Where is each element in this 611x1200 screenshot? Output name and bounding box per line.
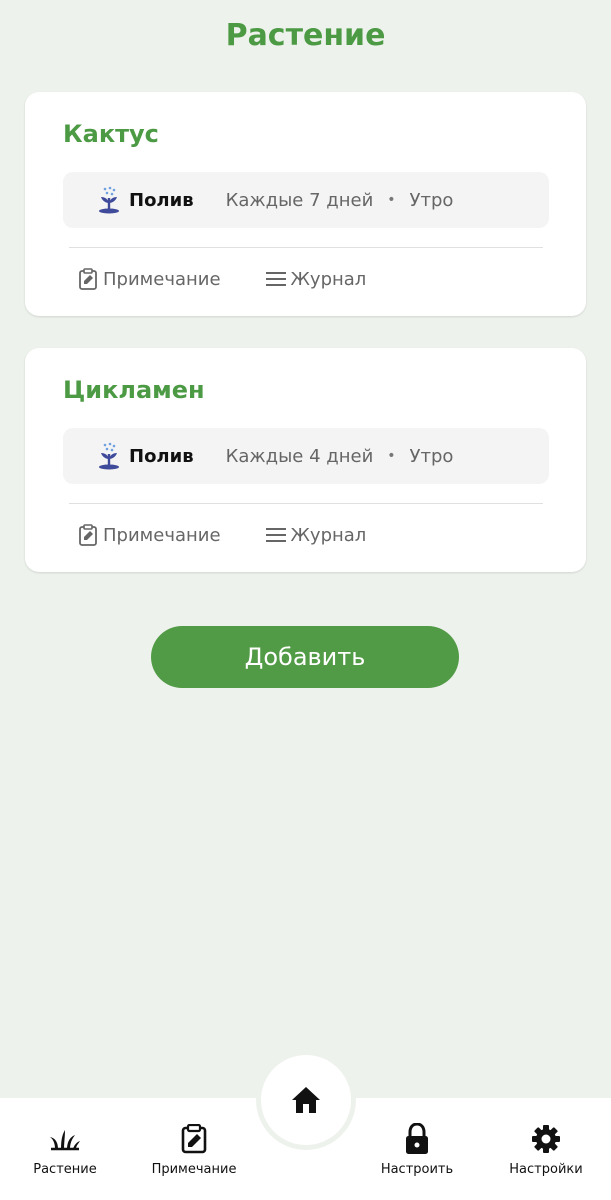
plant-card[interactable]: Кактус Полив Каждые 7 дней • Утро Примеч… — [25, 92, 586, 316]
plant-card[interactable]: Цикламен Полив Каждые 4 дней • Утро Прим… — [25, 348, 586, 572]
nav-label: Растение — [33, 1162, 97, 1177]
card-actions: Примечание Журнал — [77, 520, 366, 550]
note-label: Примечание — [103, 524, 221, 546]
note-icon — [77, 524, 99, 546]
note-icon — [178, 1122, 210, 1156]
home-icon — [292, 1087, 320, 1113]
nav-label: Настройки — [509, 1162, 583, 1177]
journal-button[interactable]: Журнал — [265, 524, 367, 546]
schedule-frequency: Каждые 4 дней — [225, 445, 374, 467]
watering-icon — [95, 441, 123, 471]
nav-item-plant[interactable]: Растение — [30, 1122, 100, 1177]
divider — [69, 247, 543, 248]
home-button[interactable] — [261, 1055, 351, 1145]
nav-label: Настроить — [380, 1162, 454, 1177]
card-actions: Примечание Журнал — [77, 264, 366, 294]
plant-name: Цикламен — [63, 376, 205, 404]
schedule-separator: • — [387, 448, 396, 464]
home-fab-ring — [256, 1050, 356, 1150]
note-label: Примечание — [103, 268, 221, 290]
watering-schedule[interactable]: Полив Каждые 4 дней • Утро — [63, 428, 549, 484]
journal-button[interactable]: Журнал — [265, 268, 367, 290]
menu-lines-icon — [265, 268, 287, 290]
schedule-time: Утро — [409, 445, 454, 467]
nav-item-settings[interactable]: Настройки — [503, 1122, 589, 1177]
schedule-time: Утро — [409, 189, 454, 211]
nav-label: Примечание — [151, 1162, 237, 1177]
schedule-kind: Полив — [129, 445, 194, 467]
watering-icon — [95, 185, 123, 215]
page-title: Растение — [225, 18, 386, 53]
lock-icon — [401, 1122, 433, 1156]
journal-label: Журнал — [290, 268, 367, 290]
plant-name: Кактус — [63, 120, 159, 148]
app-screen: Растение Кактус Полив Каждые 7 дней • Ут… — [0, 0, 611, 1200]
watering-schedule[interactable]: Полив Каждые 7 дней • Утро — [63, 172, 549, 228]
nav-item-note[interactable]: Примечание — [146, 1122, 242, 1177]
divider — [69, 503, 543, 504]
schedule-frequency: Каждые 7 дней — [225, 189, 374, 211]
nav-item-configure[interactable]: Настроить — [374, 1122, 460, 1177]
schedule-kind: Полив — [129, 189, 194, 211]
menu-lines-icon — [265, 524, 287, 546]
schedule-separator: • — [387, 192, 396, 208]
note-button[interactable]: Примечание — [77, 268, 221, 290]
journal-label: Журнал — [290, 524, 367, 546]
note-button[interactable]: Примечание — [77, 524, 221, 546]
note-icon — [77, 268, 99, 290]
add-button[interactable]: Добавить — [151, 626, 459, 688]
gear-icon — [530, 1122, 562, 1156]
grass-icon — [49, 1122, 81, 1156]
